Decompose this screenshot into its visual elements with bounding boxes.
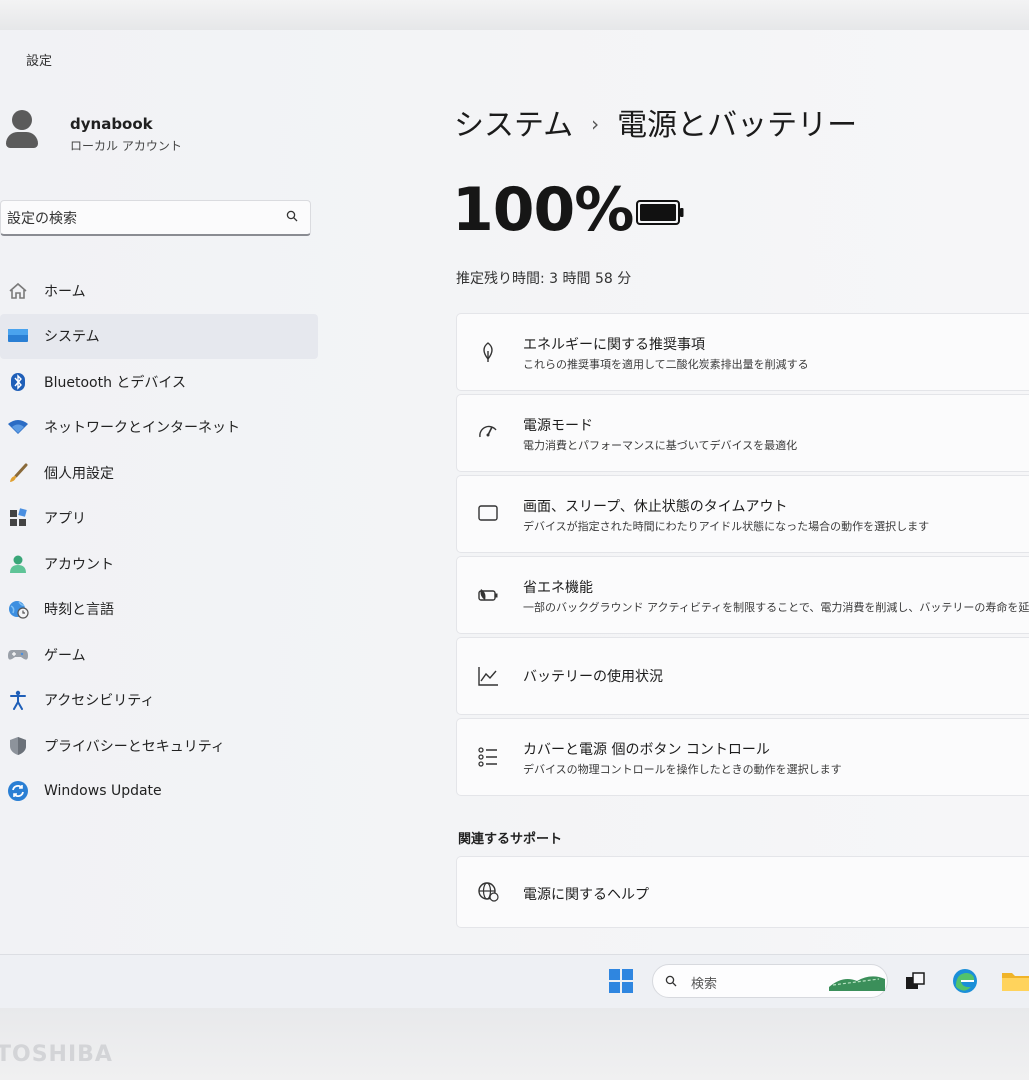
card-title: カバーと電源 個のボタン コントロール	[523, 742, 770, 758]
card-energy-recommendations[interactable]: エネルギーに関する推奨事項 これらの推奨事項を適用して二酸化炭素排出量を削減する	[456, 313, 1029, 391]
sidebar-item-label: アクセシビリティ	[44, 693, 155, 710]
globe-help-icon	[478, 882, 499, 902]
account-type: ローカル アカウント	[70, 139, 182, 153]
card-description: デバイスの物理コントロールを操作したときの動作を選択します	[523, 763, 842, 776]
search-icon	[665, 975, 677, 987]
sidebar-nav: ホーム システム Bluetooth とデバイス ネットワークとインターネット …	[0, 268, 318, 814]
page-title: 電源とバッテリー	[617, 108, 858, 143]
title-bar: ‹ 設定	[0, 30, 440, 88]
globe-clock-icon	[6, 597, 30, 621]
taskbar: 検索	[0, 954, 1029, 1008]
card-description: 一部のバックグラウンド アクティビティを制限することで、電力消費を削減し、バッテ…	[523, 601, 1029, 614]
energy-saver-icon	[478, 589, 498, 601]
sidebar-item-label: アカウント	[44, 556, 114, 573]
shield-icon	[6, 734, 30, 758]
sidebar-item-system[interactable]: システム	[0, 313, 318, 359]
card-title: 画面、スリープ、休止状態のタイムアウト	[523, 499, 788, 515]
sidebar-item-gaming[interactable]: ゲーム	[0, 632, 318, 678]
sidebar-item-label: Bluetooth とデバイス	[44, 374, 186, 391]
card-title: バッテリーの使用状況	[523, 669, 663, 685]
controls-list-icon	[478, 747, 497, 767]
screen-timeout-icon	[478, 505, 498, 523]
sidebar-item-label: アプリ	[44, 511, 86, 528]
update-icon	[6, 779, 30, 803]
sidebar-item-label: ネットワークとインターネット	[44, 420, 240, 437]
sidebar-item-label: 個人用設定	[44, 465, 114, 482]
card-energy-saver[interactable]: 省エネ機能 一部のバックグラウンド アクティビティを制限することで、電力消費を削…	[456, 556, 1029, 634]
laptop-bezel-top	[0, 0, 1029, 30]
windows-start-icon[interactable]	[609, 969, 633, 993]
battery-percentage: 100%	[452, 175, 634, 245]
breadcrumb: システム › 電源とバッテリー	[454, 100, 857, 144]
related-support-heading: 関連するサポート	[458, 832, 563, 847]
avatar[interactable]	[4, 110, 40, 154]
card-description: 電力消費とパフォーマンスに基づいてデバイスを最適化	[523, 439, 798, 452]
task-view-icon[interactable]	[904, 971, 926, 991]
settings-search-box[interactable]	[0, 200, 311, 236]
card-description: これらの推奨事項を適用して二酸化炭素排出量を削減する	[523, 358, 809, 371]
bluetooth-icon	[6, 370, 30, 394]
sidebar-item-privacy-security[interactable]: プライバシーとセキュリティ	[0, 723, 318, 769]
sidebar-item-label: ゲーム	[44, 647, 86, 664]
sidebar-item-label: プライバシーとセキュリティ	[44, 738, 225, 755]
taskbar-search[interactable]: 検索	[652, 964, 888, 998]
wifi-icon	[6, 415, 30, 439]
card-description: デバイスが指定された時間にわたりアイドル状態になった場合の動作を選択します	[523, 520, 930, 533]
sidebar-item-label: ホーム	[44, 283, 86, 300]
apps-icon	[6, 506, 30, 530]
card-title: 電源モード	[523, 418, 593, 434]
sidebar-item-home[interactable]: ホーム	[0, 268, 318, 314]
breadcrumb-separator: ›	[591, 112, 600, 136]
battery-icon	[636, 200, 684, 225]
account-icon	[6, 552, 30, 576]
sidebar-item-label: Windows Update	[44, 783, 162, 800]
card-power-mode[interactable]: 電源モード 電力消費とパフォーマンスに基づいてデバイスを最適化	[456, 394, 1029, 472]
app-title: 設定	[26, 54, 53, 69]
leaf-icon	[483, 342, 493, 362]
sidebar-item-label: システム	[44, 329, 100, 346]
system-icon	[6, 324, 30, 348]
sidebar-item-accessibility[interactable]: アクセシビリティ	[0, 678, 318, 724]
estimated-remaining-time: 推定残り時間: 3 時間 58 分	[456, 271, 632, 287]
brand-logo: TOSHIBA	[0, 1042, 113, 1067]
sidebar-item-personalization[interactable]: 個人用設定	[0, 450, 318, 496]
settings-cards: エネルギーに関する推奨事項 これらの推奨事項を適用して二酸化炭素排出量を削減する…	[456, 313, 1029, 799]
power-mode-icon	[479, 425, 497, 438]
sidebar-item-accounts[interactable]: アカウント	[0, 541, 318, 587]
gamepad-icon	[6, 643, 30, 667]
sidebar-item-network[interactable]: ネットワークとインターネット	[0, 405, 318, 451]
search-icon[interactable]	[286, 210, 298, 222]
card-screen-sleep-timeout[interactable]: 画面、スリープ、休止状態のタイムアウト デバイスが指定された時間にわたりアイドル…	[456, 475, 1029, 553]
card-title: 電源に関するヘルプ	[523, 887, 649, 903]
card-title: 省エネ機能	[523, 580, 593, 596]
card-lid-power-button-controls[interactable]: カバーと電源 個のボタン コントロール デバイスの物理コントロールを操作したとき…	[456, 718, 1029, 796]
card-battery-usage[interactable]: バッテリーの使用状況	[456, 637, 1029, 715]
usage-chart-icon	[478, 667, 498, 686]
brush-icon	[6, 461, 30, 485]
card-title: エネルギーに関する推奨事項	[523, 337, 705, 353]
home-icon	[6, 279, 30, 303]
sidebar-item-bluetooth[interactable]: Bluetooth とデバイス	[0, 359, 318, 405]
search-highlight-icon	[829, 976, 885, 991]
card-power-help[interactable]: 電源に関するヘルプ	[456, 856, 1029, 928]
file-explorer-icon[interactable]	[1000, 969, 1029, 993]
edge-browser-icon[interactable]	[951, 967, 979, 995]
screen: ‹ 設定 dynabook ローカル アカウント ホーム システム	[0, 30, 1029, 1008]
sidebar-item-windows-update[interactable]: Windows Update	[0, 769, 318, 815]
user-name: dynabook	[70, 115, 153, 133]
taskbar-search-label: 検索	[691, 977, 718, 992]
settings-search-input[interactable]	[5, 207, 269, 231]
sidebar-item-time-language[interactable]: 時刻と言語	[0, 587, 318, 633]
sidebar-item-apps[interactable]: アプリ	[0, 496, 318, 542]
accessibility-icon	[6, 688, 30, 712]
sidebar-item-label: 時刻と言語	[44, 602, 114, 619]
laptop-bezel-bottom	[0, 1008, 1029, 1080]
breadcrumb-parent[interactable]: システム	[454, 108, 573, 143]
